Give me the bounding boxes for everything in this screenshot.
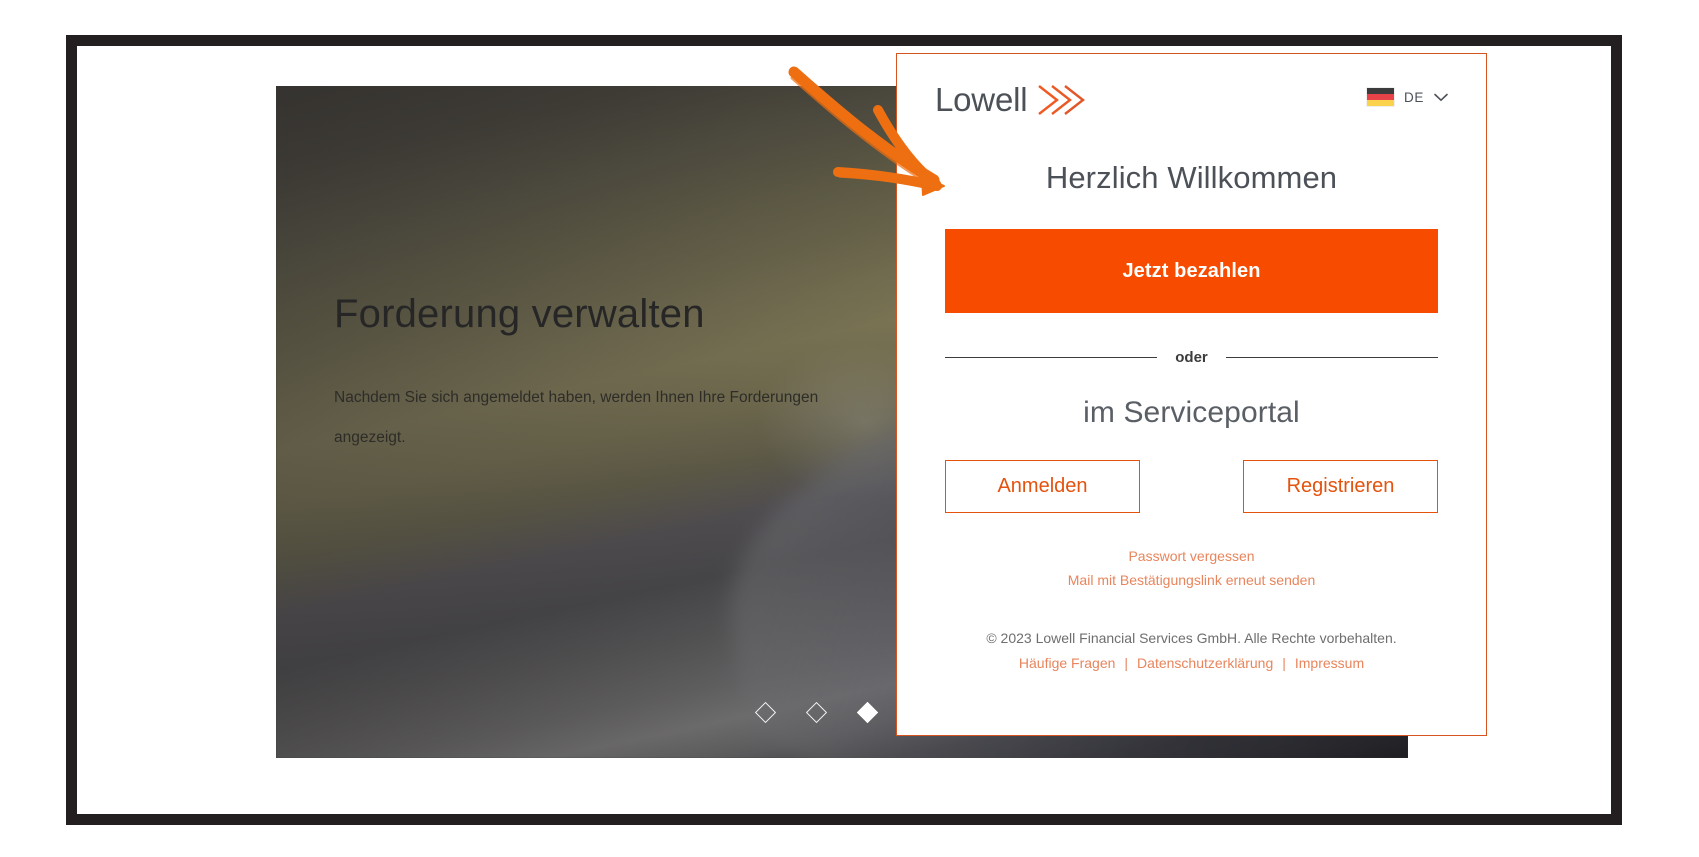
or-divider: oder xyxy=(945,349,1439,366)
serviceportal-heading: im Serviceportal xyxy=(1083,396,1300,429)
chevron-down-icon[interactable] xyxy=(1434,93,1448,102)
resend-confirmation-link[interactable]: Mail mit Bestätigungslink erneut senden xyxy=(945,569,1438,593)
language-selector[interactable]: DE xyxy=(1367,88,1448,106)
page-canvas: Forderung verwalten Nachdem Sie sich ang… xyxy=(77,46,1611,814)
footer-links: Häufige Fragen | Datenschutzerklärung | … xyxy=(945,655,1438,671)
panel-footer: © 2023 Lowell Financial Services GmbH. A… xyxy=(945,630,1438,671)
lowell-logo[interactable]: Lowell xyxy=(935,78,1089,120)
hero-title: Forderung verwalten xyxy=(334,292,705,336)
carousel-dot-1[interactable] xyxy=(754,701,777,724)
flag-de-icon xyxy=(1367,88,1395,106)
divider-rule-right xyxy=(1225,357,1439,358)
footer-separator-1: | xyxy=(1124,655,1129,672)
forgot-password-link[interactable]: Passwort vergessen xyxy=(945,545,1438,569)
browser-window-frame: Forderung verwalten Nachdem Sie sich ang… xyxy=(66,35,1622,825)
panel-body: Herzlich Willkommen Jetzt bezahlen oder … xyxy=(897,160,1486,671)
panel-header: Lowell DE xyxy=(897,54,1486,130)
hero-subtitle: Nachdem Sie sich angemeldet haben, werde… xyxy=(334,389,819,446)
pay-now-button[interactable]: Jetzt bezahlen xyxy=(945,229,1438,313)
footer-separator-2: | xyxy=(1282,655,1286,672)
hero-content: Forderung verwalten Nachdem Sie sich ang… xyxy=(334,292,974,457)
register-button[interactable]: Registrieren xyxy=(1243,460,1438,513)
helper-links: Passwort vergessen Mail mit Bestätigungs… xyxy=(945,545,1438,592)
carousel-dot-3-active[interactable] xyxy=(856,701,879,724)
login-panel: Lowell DE Herzlich Willkommen Jetzt beza… xyxy=(896,53,1487,736)
faq-link[interactable]: Häufige Fragen xyxy=(1019,655,1116,671)
lowell-chevrons-icon xyxy=(1038,85,1086,115)
language-code-label: DE xyxy=(1404,89,1424,105)
login-button[interactable]: Anmelden xyxy=(945,460,1140,513)
auth-button-group: Anmelden Registrieren xyxy=(945,460,1438,513)
or-label: oder xyxy=(1175,349,1208,366)
carousel-dot-2[interactable] xyxy=(805,701,828,724)
imprint-link[interactable]: Impressum xyxy=(1295,655,1364,671)
welcome-heading: Herzlich Willkommen xyxy=(1045,160,1338,195)
privacy-policy-link[interactable]: Datenschutzerklärung xyxy=(1137,655,1273,671)
divider-rule-left xyxy=(945,357,1158,358)
logo-wordmark: Lowell xyxy=(935,80,1028,118)
copyright-text: © 2023 Lowell Financial Services GmbH. A… xyxy=(986,630,1397,647)
